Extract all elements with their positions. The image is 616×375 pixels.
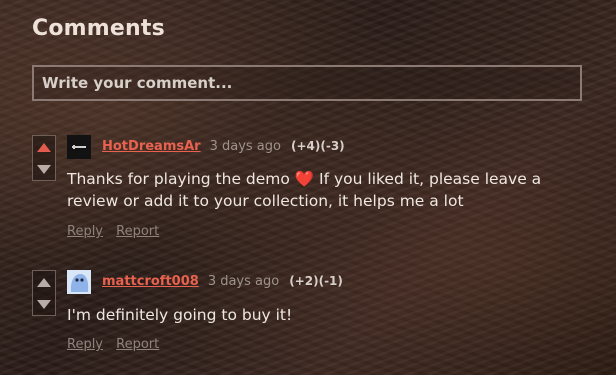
downvote-button[interactable] <box>33 293 55 315</box>
timestamp: 3 days ago <box>209 139 281 154</box>
heart-icon: ❤️ <box>294 170 315 188</box>
blue-blob-icon <box>67 270 91 294</box>
comment-input-placeholder: Write your comment... <box>42 74 233 92</box>
comment-meta: HotDreamsAr 3 days ago (+4)(-3) <box>102 139 345 154</box>
upvote-button[interactable] <box>33 271 55 293</box>
timestamp: 3 days ago <box>207 274 280 289</box>
avatar[interactable] <box>67 135 91 159</box>
report-link[interactable]: Report <box>116 337 159 352</box>
comment-actions: Reply Report <box>67 337 168 352</box>
comment-text: I'm definitely going to buy it! <box>67 306 293 324</box>
comment-text-part: Thanks for playing the demo <box>67 170 295 188</box>
vote-score: (+2)(-1) <box>289 274 343 288</box>
comment-text: Thanks for playing the demo ❤️ If you li… <box>67 168 587 212</box>
username-link[interactable]: mattcroft008 <box>102 274 199 289</box>
reply-link[interactable]: Reply <box>67 224 103 239</box>
comment-meta: mattcroft008 3 days ago (+2)(-1) <box>102 274 343 289</box>
downvote-button[interactable] <box>33 158 55 180</box>
dark-logo-icon <box>67 135 91 159</box>
comment-actions: Reply Report <box>67 224 168 239</box>
upvote-arrow-icon <box>37 142 51 152</box>
comment-item: mattcroft008 3 days ago (+2)(-1) I'm def… <box>32 270 592 360</box>
upvote-button[interactable] <box>33 136 55 158</box>
avatar[interactable] <box>67 270 91 294</box>
section-title: Comments <box>32 16 165 41</box>
reply-link[interactable]: Reply <box>67 337 103 352</box>
username-link[interactable]: HotDreamsAr <box>102 139 201 154</box>
downvote-arrow-icon <box>37 164 51 174</box>
downvote-arrow-icon <box>37 299 51 309</box>
vote-control <box>32 135 56 181</box>
vote-control <box>32 270 56 316</box>
report-link[interactable]: Report <box>116 224 159 239</box>
comment-input[interactable]: Write your comment... <box>32 65 582 101</box>
comment-item: HotDreamsAr 3 days ago (+4)(-3) Thanks f… <box>32 135 592 245</box>
upvote-arrow-icon <box>37 277 51 287</box>
vote-score: (+4)(-3) <box>290 139 345 153</box>
